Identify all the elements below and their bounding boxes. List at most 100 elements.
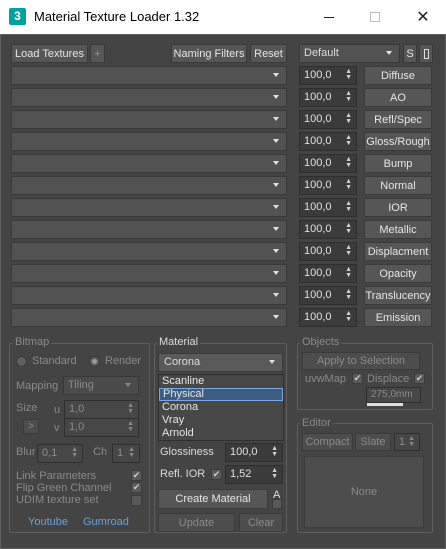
editor-slot-spinner[interactable]: 1 ▲ ▼	[394, 433, 420, 451]
size-u-spinner[interactable]: 1,0 ▲ ▼	[64, 400, 139, 419]
youtube-link[interactable]: Youtube	[28, 516, 68, 528]
material-option[interactable]: Scanline	[159, 375, 283, 388]
glossiness-spinner[interactable]: 100,0 ▲ ▼	[225, 443, 283, 462]
map-file-select[interactable]	[11, 132, 287, 151]
map-slot-button[interactable]: Refl/Spec	[364, 110, 432, 129]
map-amount-spinner[interactable]: 100,0 ▲ ▼	[299, 242, 357, 261]
blur-label: Blur	[16, 446, 36, 458]
map-file-select[interactable]	[11, 242, 287, 261]
s-button[interactable]: S	[403, 44, 417, 63]
mapping-select[interactable]: Tiling	[63, 376, 139, 395]
map-slot-button[interactable]: Translucency	[364, 286, 432, 305]
map-amount-spinner[interactable]: 100,0 ▲ ▼	[299, 308, 357, 327]
channel-label: Ch	[93, 446, 108, 458]
displace-amount-spinner[interactable]: 275,0mm	[366, 387, 421, 403]
refl-ior-checkbox[interactable]: ✔	[211, 469, 222, 480]
compact-editor-button[interactable]: Compact	[302, 433, 353, 451]
channel-spinner[interactable]: 1 ▲ ▼	[112, 444, 140, 463]
map-amount-spinner[interactable]: 100,0 ▲ ▼	[299, 220, 357, 239]
map-file-select[interactable]	[11, 154, 287, 173]
map-slot-button[interactable]: Emission	[364, 308, 432, 327]
material-option[interactable]: Arnold	[159, 427, 283, 440]
map-file-select[interactable]	[11, 308, 287, 327]
map-amount-value: 100,0	[304, 289, 332, 301]
map-amount-spinner[interactable]: 100,0 ▲ ▼	[299, 66, 357, 85]
spinner-arrows-icon: ▲ ▼	[345, 288, 352, 301]
material-option[interactable]: Vray	[159, 414, 283, 427]
mapping-value: Tiling	[68, 379, 94, 391]
load-textures-button[interactable]: Load Textures	[11, 44, 88, 63]
map-slot-button[interactable]: Bump	[364, 154, 432, 173]
a-toggle[interactable]	[272, 499, 282, 509]
displace-checkbox[interactable]: ✔	[414, 373, 425, 384]
map-amount-spinner[interactable]: 100,0 ▲ ▼	[299, 154, 357, 173]
udim-checkbox[interactable]	[131, 495, 142, 506]
naming-filters-button[interactable]: Naming Filters	[171, 44, 247, 63]
map-file-select[interactable]	[11, 220, 287, 239]
gumroad-link[interactable]: Gumroad	[83, 516, 129, 528]
material-preview[interactable]: None	[304, 456, 424, 528]
maximize-button[interactable]	[352, 0, 398, 34]
glossiness-value: 100,0	[230, 446, 258, 458]
map-slot-button[interactable]: Diffuse	[364, 66, 432, 85]
map-file-select[interactable]	[11, 176, 287, 195]
link-parameters-checkbox[interactable]: ✔	[131, 470, 142, 481]
material-option[interactable]: Corona	[159, 401, 283, 414]
map-file-select[interactable]	[11, 88, 287, 107]
chevron-down-icon	[273, 161, 279, 165]
map-file-select[interactable]	[11, 66, 287, 85]
map-slot-button[interactable]: Metallic	[364, 220, 432, 239]
map-amount-spinner[interactable]: 100,0 ▲ ▼	[299, 198, 357, 217]
map-file-select[interactable]	[11, 110, 287, 129]
preset-select[interactable]: Default	[299, 44, 400, 63]
map-slot-button[interactable]: IOR	[364, 198, 432, 217]
create-material-button[interactable]: Create Material	[158, 489, 268, 509]
clear-button[interactable]: Clear	[239, 513, 283, 532]
render-label: Render	[105, 355, 142, 367]
map-amount-spinner[interactable]: 100,0 ▲ ▼	[299, 264, 357, 283]
editor-slot-value: 1	[399, 436, 406, 448]
spinner-arrows-icon: ▲ ▼	[408, 435, 415, 448]
update-button[interactable]: Update	[158, 513, 235, 532]
spin-down-icon: ▼	[345, 184, 352, 191]
chevron-down-icon	[273, 293, 279, 297]
material-option[interactable]: Physical	[159, 388, 283, 401]
map-file-select[interactable]	[11, 264, 287, 283]
reset-button[interactable]: Reset	[250, 44, 287, 63]
apply-to-selection-button[interactable]: Apply to Selection	[302, 352, 420, 370]
flip-green-checkbox[interactable]: ✔	[131, 482, 142, 493]
map-amount-spinner[interactable]: 100,0 ▲ ▼	[299, 88, 357, 107]
map-slot-button[interactable]: Opacity	[364, 264, 432, 283]
map-slot-button[interactable]: Displacment	[364, 242, 432, 261]
chevron-down-icon	[273, 315, 279, 319]
size-v-spinner[interactable]: 1,0 ▲ ▼	[64, 418, 139, 437]
slate-editor-button[interactable]: Slate	[355, 433, 391, 451]
uvwmap-checkbox[interactable]: ✔	[352, 373, 363, 384]
material-type-select[interactable]: Corona	[158, 353, 283, 372]
map-slot-button[interactable]: Gloss/Rough	[364, 132, 432, 151]
standard-radio[interactable]	[16, 356, 27, 367]
render-radio[interactable]	[89, 356, 100, 367]
refl-ior-spinner[interactable]: 1,52 ▲ ▼	[225, 465, 283, 484]
map-slot-button[interactable]: AO	[364, 88, 432, 107]
map-file-select[interactable]	[11, 286, 287, 305]
map-amount-spinner[interactable]: 100,0 ▲ ▼	[299, 286, 357, 305]
lock-uv-button[interactable]: >	[23, 419, 39, 434]
link-parameters-label: Link Parameters	[16, 470, 97, 482]
map-amount-spinner[interactable]: 100,0 ▲ ▼	[299, 176, 357, 195]
map-slot-button[interactable]: Normal	[364, 176, 432, 195]
map-amount-spinner[interactable]: 100,0 ▲ ▼	[299, 110, 357, 129]
maximize-icon	[370, 12, 380, 22]
add-slot-button[interactable]: +	[90, 44, 105, 63]
spin-down-icon: ▼	[345, 250, 352, 257]
displace-slider[interactable]	[367, 403, 403, 406]
pin-button[interactable]	[419, 44, 433, 63]
blur-spinner[interactable]: 0,1 ▲ ▼	[37, 444, 83, 463]
minimize-button[interactable]	[306, 0, 352, 34]
map-file-select[interactable]	[11, 198, 287, 217]
close-button[interactable]: ✕	[400, 0, 446, 34]
spin-down-icon: ▼	[345, 206, 352, 213]
map-amount-spinner[interactable]: 100,0 ▲ ▼	[299, 132, 357, 151]
refl-ior-value: 1,52	[230, 468, 252, 480]
map-amount-value: 100,0	[304, 91, 332, 103]
